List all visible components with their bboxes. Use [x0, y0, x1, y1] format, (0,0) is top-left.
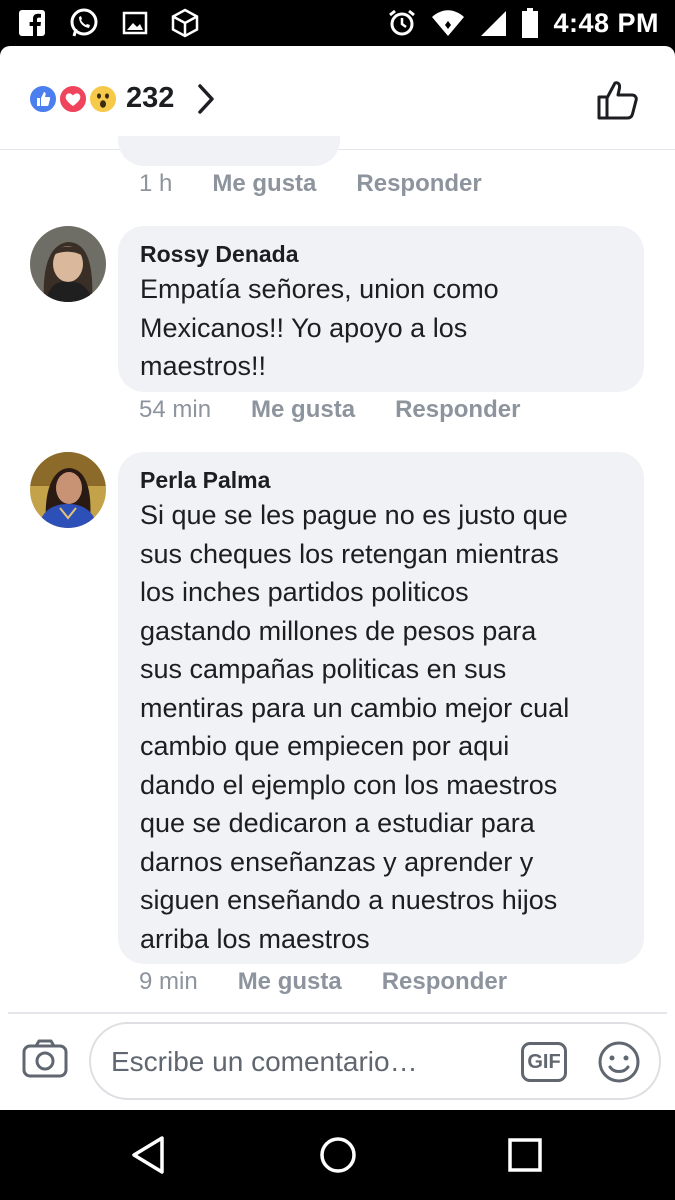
comment-author[interactable]: Rossy Denada [140, 238, 622, 270]
clock-time: 4:48 PM [553, 7, 659, 38]
gif-button[interactable]: GIF [521, 1042, 567, 1082]
comment-time: 1 h [139, 170, 173, 197]
like-comment-button[interactable]: Me gusta [238, 968, 342, 996]
facebook-icon [19, 10, 45, 37]
whatsapp-icon [70, 8, 98, 37]
status-bar: 4:48 PM [0, 0, 675, 46]
wifi-icon [432, 10, 465, 36]
like-reaction-icon [28, 84, 58, 114]
reaction-count: 232 [126, 82, 175, 114]
comments-panel: 232 1 h Me gusta Responder Rossy Denada … [0, 46, 675, 1110]
recents-nav-icon[interactable] [504, 1134, 546, 1176]
comment-time: 9 min [139, 968, 198, 995]
reply-button[interactable]: Responder [395, 396, 520, 424]
gallery-icon [122, 11, 148, 35]
signal-icon [481, 11, 507, 36]
love-reaction-icon [58, 84, 88, 114]
comment-bubble: Perla Palma Si que se les pague no es ju… [118, 452, 644, 964]
comment-meta: 9 min Me gusta Responder [139, 968, 547, 996]
chevron-right-icon[interactable] [192, 82, 220, 116]
comment-author[interactable]: Perla Palma [140, 464, 622, 496]
comment-input-placeholder: Escribe un comentario… [111, 1046, 418, 1077]
wow-reaction-icon [88, 84, 118, 114]
reply-button[interactable]: Responder [356, 170, 481, 198]
comment-time: 54 min [139, 396, 212, 423]
navigation-bar [0, 1110, 675, 1200]
camera-icon[interactable] [22, 1038, 68, 1078]
comment-text: Empatía señores, union como Mexicanos!! … [140, 274, 499, 381]
reactions-header[interactable]: 232 [0, 46, 675, 150]
emoji-icon[interactable] [597, 1040, 641, 1084]
divider [8, 1012, 667, 1014]
back-nav-icon[interactable] [128, 1134, 170, 1176]
previous-comment-meta: 1 h Me gusta Responder [139, 170, 522, 198]
battery-icon [522, 8, 539, 38]
cube-app-icon [171, 8, 199, 38]
reply-button[interactable]: Responder [382, 968, 507, 996]
like-post-button[interactable] [596, 78, 640, 122]
comment-input[interactable]: Escribe un comentario… GIF [89, 1022, 661, 1100]
comment-meta: 54 min Me gusta Responder [139, 396, 560, 424]
like-comment-button[interactable]: Me gusta [251, 396, 355, 424]
like-comment-button[interactable]: Me gusta [212, 170, 316, 198]
avatar[interactable] [30, 226, 106, 302]
comment-text: Si que se les pague no es justo que sus … [140, 500, 570, 954]
comment-bubble: Rossy Denada Empatía señores, union como… [118, 226, 644, 392]
previous-comment-bubble [118, 136, 340, 166]
alarm-icon [389, 9, 416, 36]
avatar[interactable] [30, 452, 106, 528]
home-nav-icon[interactable] [317, 1134, 359, 1176]
reaction-icons [28, 84, 122, 116]
